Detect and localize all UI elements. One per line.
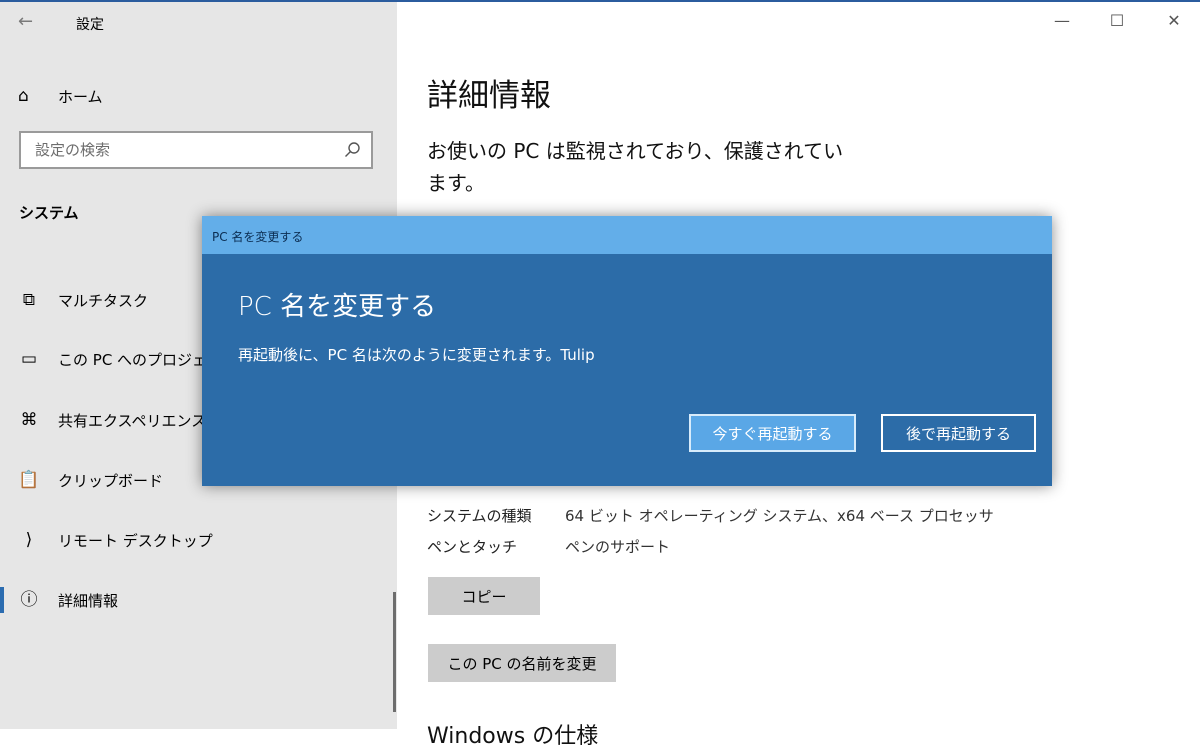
dialog-titlebar[interactable]: PC 名を変更する [202,216,1052,254]
dialog-titlebar-text: PC 名を変更する [212,230,304,244]
restart-later-button[interactable]: 後で再起動する [881,414,1036,452]
close-button[interactable]: ✕ [1159,8,1189,34]
sidebar-scrollbar[interactable] [393,592,396,712]
search-box[interactable] [19,131,373,169]
copy-button[interactable]: コピー [428,577,540,615]
spec-value: ペンのサポート [565,538,671,556]
multitask-icon: ⧉ [22,290,36,310]
maximize-button[interactable]: ☐ [1102,8,1132,34]
sidebar-item-label: 詳細情報 [58,591,119,610]
home-label: ホーム [58,87,103,106]
rename-pc-dialog: PC 名を変更する PC 名を変更する 再起動後に、PC 名は次のように変更され… [202,216,1052,486]
clipboard-icon: 📋 [18,470,40,490]
page-title: 詳細情報 [427,78,551,114]
sidebar-home[interactable]: ⌂ ホーム [18,84,103,108]
spec-key: ペンとタッチ [427,538,518,556]
projection-icon: ▭ [20,349,38,369]
shared-experiences-icon: ⌘ [20,410,38,430]
spec-value: 64 ビット オペレーティング システム、x64 ベース プロセッサ [565,507,994,525]
info-icon: ⓘ [20,590,38,610]
sidebar-item-remote-desktop[interactable]: ⟩ リモート デスクトップ [0,525,397,555]
app-title: 設定 [76,17,104,33]
restart-now-button[interactable]: 今すぐ再起動する [689,414,856,452]
remote-desktop-icon: ⟩ [25,530,33,550]
section-title: システム [19,204,79,222]
spec-key: システムの種類 [427,507,532,525]
sidebar-item-label: クリップボード [58,471,164,490]
sidebar-item-label: 共有エクスペリエンス [58,411,207,430]
back-arrow-icon[interactable]: ← [18,10,42,34]
minimize-button[interactable]: — [1047,8,1077,34]
dialog-message: 再起動後に、PC 名は次のように変更されます。Tulip [238,346,595,364]
windows-spec-heading: Windows の仕様 [427,724,599,749]
protection-status: お使いの PC は監視されており、保護されています。 [427,139,844,195]
sidebar-item-label: リモート デスクトップ [58,531,213,550]
search-icon[interactable] [343,141,361,159]
home-icon: ⌂ [18,86,29,106]
sidebar-item-label: マルチタスク [58,291,149,310]
dialog-heading: PC 名を変更する [238,292,437,322]
sidebar-item-about[interactable]: ⓘ 詳細情報 [0,585,397,615]
search-input[interactable] [33,140,337,160]
rename-pc-button[interactable]: この PC の名前を変更 [428,644,616,682]
